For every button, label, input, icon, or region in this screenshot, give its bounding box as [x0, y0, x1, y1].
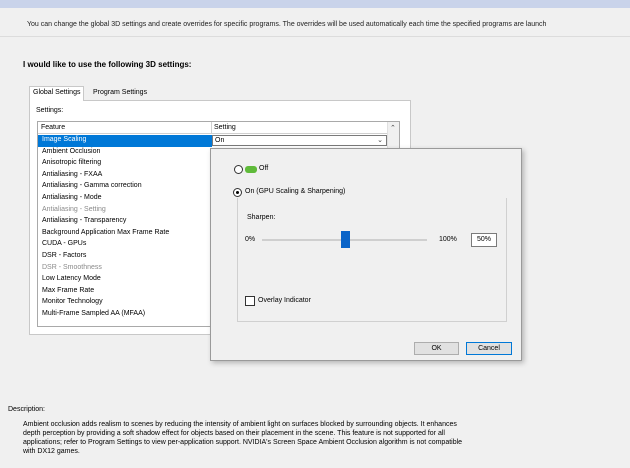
description-label: Description:: [8, 406, 45, 413]
column-divider: [211, 122, 212, 134]
header-band: [0, 0, 630, 8]
description-text: Ambient occlusion adds realism to scenes…: [23, 421, 463, 455]
overlay-indicator-checkbox[interactable]: [245, 296, 255, 306]
feature-name: Anisotropic filtering: [42, 159, 102, 167]
divider: [0, 36, 630, 37]
intro-text: You can change the global 3D settings an…: [27, 21, 547, 28]
feature-name: Low Latency Mode: [42, 275, 101, 283]
feature-name: Monitor Technology: [42, 298, 103, 306]
feature-name: Multi-Frame Sampled AA (MFAA): [42, 310, 146, 317]
tab-program-settings[interactable]: Program Settings: [89, 86, 152, 100]
setting-dropdown[interactable]: On ⌄: [212, 135, 387, 146]
feature-name: DSR - Smoothness: [42, 263, 102, 271]
overlay-indicator-label: Overlay Indicator: [258, 297, 311, 304]
cancel-button[interactable]: Cancel: [466, 342, 512, 355]
off-label: Off: [259, 165, 269, 172]
feature-name: DSR - Factors: [42, 252, 87, 259]
table-row[interactable]: Image Scaling: [38, 135, 212, 147]
settings-heading: I would like to use the following 3D set…: [23, 60, 192, 69]
ok-button[interactable]: OK: [414, 342, 459, 355]
sharpen-max-label: 100%: [439, 236, 457, 243]
feature-name: Antialiasing - Transparency: [42, 217, 127, 225]
on-label: On (GPU Scaling & Sharpening): [245, 188, 346, 195]
dropdown-arrow-icon: ⌄: [377, 137, 383, 144]
toggle-icon: [245, 166, 257, 173]
sharpen-slider-thumb[interactable]: [340, 231, 350, 248]
off-radio[interactable]: [234, 165, 243, 174]
feature-name: Ambient Occlusion: [42, 147, 101, 155]
feature-name: Image Scaling: [42, 136, 87, 143]
feature-name: Max Frame Rate: [42, 286, 95, 294]
sharpen-min-label: 0%: [245, 236, 256, 243]
feature-name: Antialiasing - Setting: [42, 205, 106, 213]
sharpen-value: 50%: [477, 236, 492, 243]
on-radio[interactable]: [233, 188, 242, 197]
feature-name: Antialiasing - FXAA: [42, 170, 103, 178]
feature-name: Antialiasing - Mode: [42, 194, 102, 201]
setting-dropdown-value: On: [215, 137, 225, 144]
column-feature: Feature: [41, 124, 66, 131]
sharpen-value-input[interactable]: 50%: [471, 233, 497, 247]
column-setting: Setting: [214, 124, 236, 131]
tab-global-settings[interactable]: Global Settings: [29, 86, 85, 101]
feature-name: CUDA - GPUs: [42, 240, 87, 248]
list-header: Feature Setting: [38, 122, 399, 134]
settings-label: Settings:: [36, 107, 64, 114]
feature-name: Antialiasing - Gamma correction: [42, 182, 142, 190]
feature-name: Background Application Max Frame Rate: [42, 228, 170, 236]
scroll-up-icon[interactable]: ⌃: [390, 124, 396, 132]
sharpen-label: Sharpen:: [247, 214, 276, 221]
